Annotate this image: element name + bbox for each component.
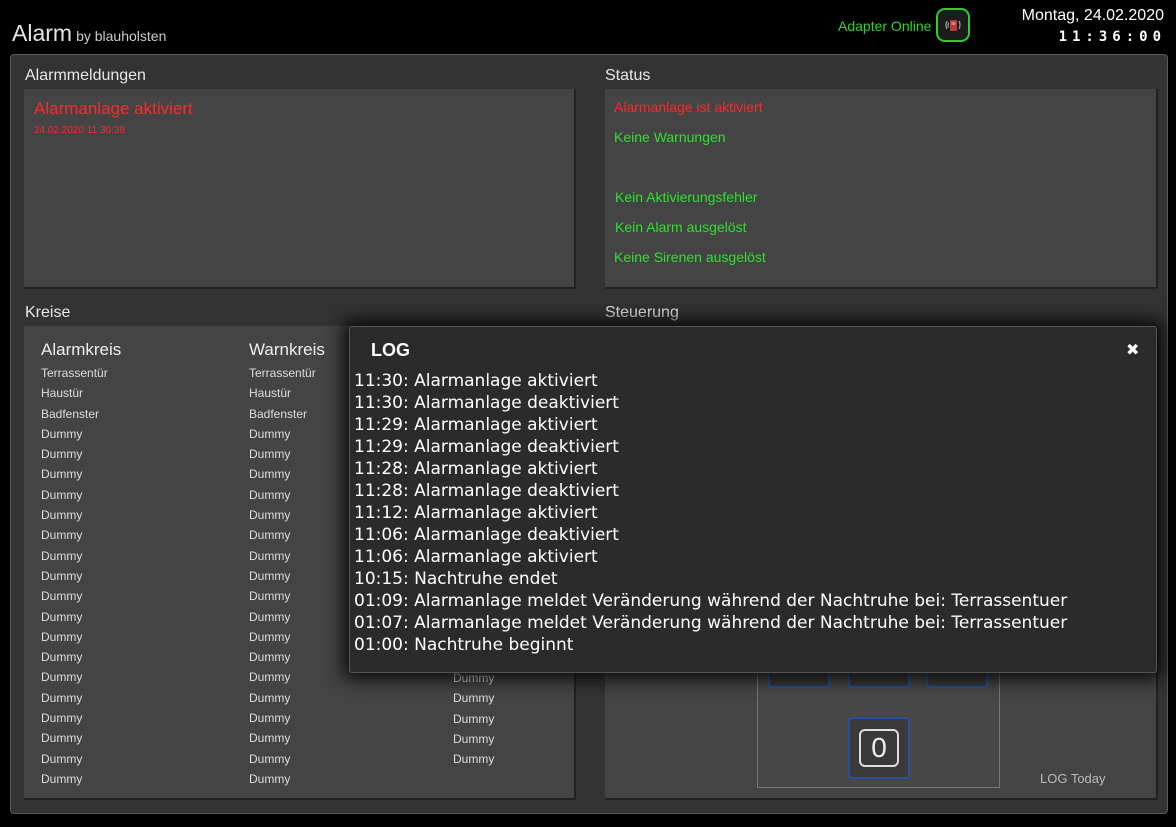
alarmkreis-item: Dummy bbox=[41, 629, 83, 644]
alarmmeldungen-title: Alarmmeldungen bbox=[25, 67, 146, 84]
alarmkreis-item: Dummy bbox=[41, 711, 83, 726]
warnkreis-item: Dummy bbox=[249, 609, 291, 624]
warnkreis-header: Warnkreis bbox=[249, 340, 325, 359]
kreis-item: Dummy bbox=[453, 711, 495, 726]
alarmkreis-header: Alarmkreis bbox=[41, 340, 122, 359]
keypad-key-0-label: 0 bbox=[859, 729, 899, 767]
log-entries: 11:30: Alarmanlage aktiviert 11:30: Alarm… bbox=[354, 370, 1067, 656]
steuerung-title: Steuerung bbox=[605, 304, 679, 321]
warnkreis-item: Dummy bbox=[249, 508, 291, 523]
alarmkreis-item: Dummy bbox=[41, 650, 83, 665]
alarmkreis-item: Dummy bbox=[41, 731, 83, 746]
warnkreis-item: Dummy bbox=[249, 771, 291, 786]
log-today-button[interactable]: LOG Today bbox=[1040, 771, 1106, 786]
warnkreis-item: Dummy bbox=[249, 731, 291, 746]
app-author: by blauholsten bbox=[76, 28, 167, 44]
phone-signal-icon bbox=[945, 20, 961, 31]
log-entry: 11:28: Alarmanlage deaktiviert bbox=[354, 481, 619, 501]
status-title: Status bbox=[605, 67, 651, 84]
log-entry: 11:29: Alarmanlage aktiviert bbox=[354, 415, 598, 435]
alarmkreis-item: Dummy bbox=[41, 487, 83, 502]
log-entry: 11:06: Alarmanlage aktiviert bbox=[354, 547, 598, 567]
clock-display: 11:36:00 bbox=[1058, 29, 1166, 45]
status-line-alarm: Kein Alarm ausgelöst bbox=[615, 219, 747, 235]
log-entry: 11:12: Alarmanlage aktiviert bbox=[354, 503, 598, 523]
kreis-item: Dummy bbox=[453, 671, 495, 685]
kreis-item: Dummy bbox=[453, 752, 495, 767]
warnkreis-item: Dummy bbox=[249, 650, 291, 665]
status-line-activation-error: Kein Aktivierungsfehler bbox=[615, 189, 758, 205]
log-entry: 01:07: Alarmanlage meldet Veränderung wä… bbox=[354, 613, 1068, 633]
warnkreis-item: Haustür bbox=[249, 386, 292, 401]
log-dialog: LOG ✖ 11:30: Alarmanlage aktiviert 11:30:… bbox=[349, 326, 1157, 673]
log-entry: 11:06: Alarmanlage deaktiviert bbox=[354, 525, 619, 545]
warnkreis-item: Dummy bbox=[249, 447, 291, 462]
log-entry: 11:30: Alarmanlage aktiviert bbox=[354, 371, 598, 391]
alarmkreis-item: Dummy bbox=[41, 751, 83, 766]
alarmmeldungen-card: Alarmanlage aktiviert 24.02.2020 11:30:3… bbox=[24, 89, 576, 289]
alarmkreis-item: Dummy bbox=[41, 568, 83, 583]
app-name: Alarm bbox=[12, 20, 73, 46]
warnkreis-item: Dummy bbox=[249, 548, 291, 563]
alarm-message: Alarmanlage aktiviert bbox=[34, 99, 193, 118]
alarm-message-timestamp: 24.02.2020 11:30:38 bbox=[34, 125, 126, 136]
warnkreis-item: Dummy bbox=[249, 629, 291, 644]
warnkreis-item: Terrassentür bbox=[249, 366, 316, 380]
log-entry: 11:28: Alarmanlage aktiviert bbox=[354, 459, 598, 479]
alarmkreis-item: Badfenster bbox=[41, 406, 100, 421]
status-line-sirens: Keine Sirenen ausgelöst bbox=[614, 249, 766, 265]
warnkreis-item: Dummy bbox=[249, 751, 291, 766]
alarmkreis-item: Dummy bbox=[41, 548, 83, 563]
date-display: Montag, 24.02.2020 bbox=[1021, 7, 1164, 24]
warnkreis-item: Dummy bbox=[249, 711, 291, 726]
warnkreis-item: Badfenster bbox=[249, 406, 308, 421]
warnkreis-list: Terrassentür Haustür Badfenster Dummy Dummy D… bbox=[249, 366, 316, 792]
kreise-title: Kreise bbox=[25, 304, 71, 321]
warnkreis-item: Dummy bbox=[249, 426, 291, 441]
log-entry: 10:15: Nachtruhe endet bbox=[354, 569, 558, 589]
warnkreis-item: Dummy bbox=[249, 690, 291, 705]
alarmkreis-item: Dummy bbox=[41, 589, 83, 604]
alarmkreis-item: Dummy bbox=[41, 670, 83, 685]
third-kreis-list: Dummy Dummy Dummy Dummy Dummy bbox=[453, 671, 494, 772]
warnkreis-item: Dummy bbox=[249, 589, 291, 604]
keypad-key-0[interactable]: 0 bbox=[848, 717, 910, 779]
alarmkreis-item: Terrassentür bbox=[41, 366, 108, 380]
log-entry: 11:30: Alarmanlage deaktiviert bbox=[354, 393, 619, 413]
alarmkreis-item: Haustür bbox=[41, 386, 84, 401]
alarmkreis-list: Terrassentür Haustür Badfenster Dummy Dummy D… bbox=[41, 366, 108, 792]
adapter-status: Adapter Online bbox=[838, 18, 932, 34]
app-title: Alarm by blauholsten bbox=[12, 20, 166, 47]
alarmkreis-item: Dummy bbox=[41, 426, 83, 441]
log-entry: 11:29: Alarmanlage deaktiviert bbox=[354, 437, 619, 457]
log-dialog-title: LOG bbox=[371, 340, 410, 360]
alarmkreis-item: Dummy bbox=[41, 528, 83, 543]
alarmkreis-item: Dummy bbox=[41, 508, 83, 523]
status-line-activated: Alarmanlage ist aktiviert bbox=[614, 99, 763, 115]
alarmkreis-item: Dummy bbox=[41, 467, 83, 482]
alarmkreis-item: Dummy bbox=[41, 609, 83, 624]
alarmkreis-item: Dummy bbox=[41, 690, 83, 705]
log-entry: 01:09: Alarmanlage meldet Veränderung wä… bbox=[354, 591, 1068, 611]
alarmkreis-item: Dummy bbox=[41, 771, 83, 786]
kreis-item: Dummy bbox=[453, 731, 495, 746]
alarmkreis-item: Dummy bbox=[41, 447, 83, 462]
adapter-status-button[interactable] bbox=[936, 8, 970, 42]
warnkreis-item: Dummy bbox=[249, 528, 291, 543]
warnkreis-item: Dummy bbox=[249, 487, 291, 502]
warnkreis-item: Dummy bbox=[249, 467, 291, 482]
status-line-warnings: Keine Warnungen bbox=[614, 129, 726, 145]
warnkreis-item: Dummy bbox=[249, 670, 291, 685]
close-icon[interactable]: ✖ bbox=[1126, 340, 1139, 360]
warnkreis-item: Dummy bbox=[249, 568, 291, 583]
log-entry: 01:00: Nachtruhe beginnt bbox=[354, 635, 574, 655]
status-card: Alarmanlage ist aktiviert Keine Warnunge… bbox=[605, 89, 1158, 289]
kreis-item: Dummy bbox=[453, 691, 495, 706]
